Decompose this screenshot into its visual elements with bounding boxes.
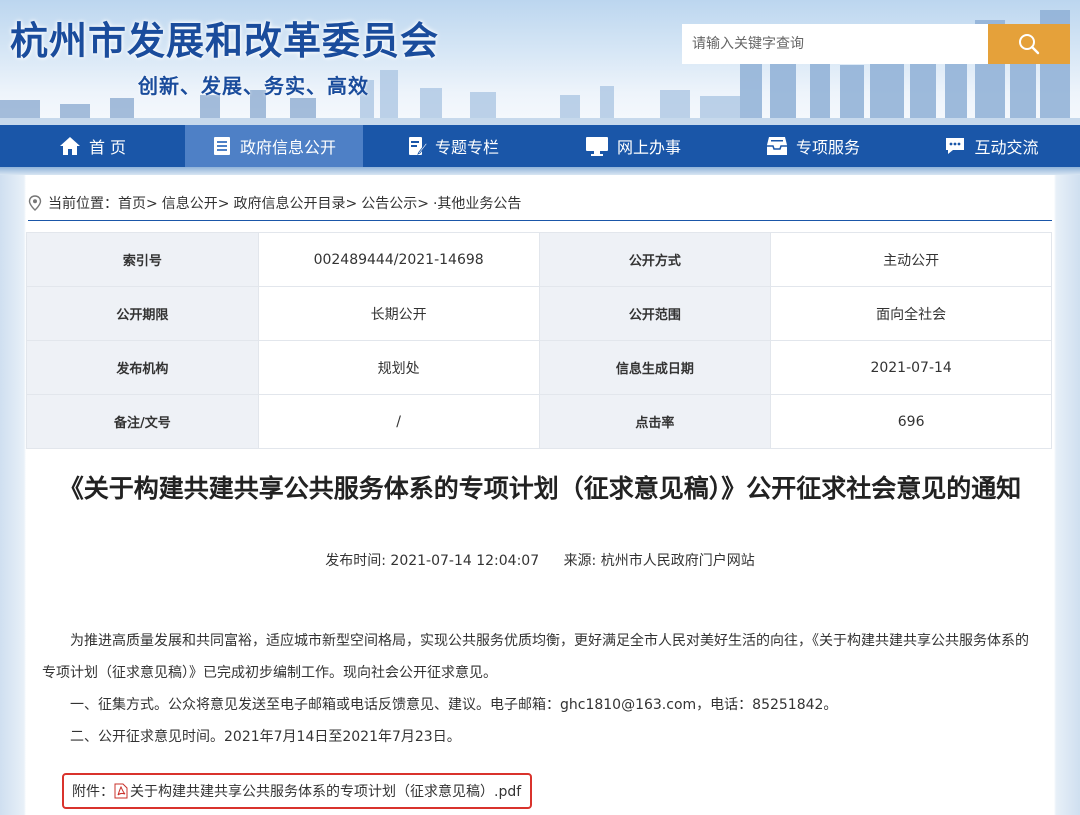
publish-info: 发布时间: 2021-07-14 12:04:07 来源: 杭州市人民政府门户网… — [0, 550, 1080, 570]
nav-item-special-service[interactable]: 专项服务 — [723, 125, 903, 167]
table-row: 备注/文号 / 点击率 696 — [26, 394, 1052, 449]
attachment-link[interactable]: 关于构建共建共享公共服务体系的专项计划（征求意见稿）.pdf — [130, 781, 521, 801]
publish-time: 发布时间: 2021-07-14 12:04:07 — [325, 553, 540, 569]
nav-item-online-service[interactable]: 网上办事 — [543, 125, 723, 167]
breadcrumb-prefix: 当前位置： — [48, 195, 118, 212]
table-row: 发布机构 规划处 信息生成日期 2021-07-14 — [26, 340, 1052, 395]
meta-value: 696 — [770, 394, 1052, 449]
nav-item-special-topics[interactable]: 专题专栏 — [363, 125, 543, 167]
meta-value: 002489444/2021-14698 — [257, 232, 540, 287]
meta-key: 公开范围 — [538, 286, 772, 341]
breadcrumb-other-business[interactable]: ·其他业务公告 — [433, 193, 521, 213]
meta-key: 索引号 — [26, 232, 259, 287]
meta-value: / — [257, 394, 540, 449]
nav-item-gov-info[interactable]: 政府信息公开 — [185, 125, 363, 167]
breadcrumb-home[interactable]: 首页> — [118, 193, 158, 213]
meta-key: 发布机构 — [26, 340, 259, 395]
search-input[interactable] — [682, 24, 988, 64]
article-body: 为推进高质量发展和共同富裕，适应城市新型空间格局，实现公共服务优质均衡，更好满足… — [42, 625, 1042, 753]
search-icon — [1019, 34, 1040, 55]
breadcrumb-info-public[interactable]: 信息公开> — [162, 193, 230, 213]
breadcrumb-gov-info-catalog[interactable]: 政府信息公开目录> — [233, 193, 357, 213]
meta-value: 面向全社会 — [770, 286, 1052, 341]
attachment-label: 附件： — [72, 784, 114, 800]
article-paragraph: 一、征集方式。公众将意见发送至电子邮箱或电话反馈意见、建议。电子邮箱：ghc18… — [70, 697, 838, 713]
meta-key: 公开方式 — [538, 232, 772, 287]
home-icon — [59, 137, 80, 155]
site-title: 杭州市发展和改革委员会 — [10, 19, 440, 63]
meta-key: 公开期限 — [26, 286, 259, 341]
pdf-file-icon — [114, 783, 128, 799]
site-slogan: 创新、发展、务实、高效 — [138, 74, 369, 98]
table-row: 索引号 002489444/2021-14698 公开方式 主动公开 — [26, 232, 1052, 287]
meta-key: 点击率 — [538, 394, 772, 449]
meta-value: 主动公开 — [770, 232, 1052, 287]
nav-item-label: 专项服务 — [795, 138, 860, 157]
attachment-box: 附件： 关于构建共建共享公共服务体系的专项计划（征求意见稿）.pdf — [62, 773, 532, 809]
document-list-icon — [213, 137, 230, 155]
edit-note-icon — [408, 137, 427, 155]
nav-item-label: 首 页 — [88, 138, 127, 157]
article-title: 《关于构建共建共享公共服务体系的专项计划（征求意见稿）》公开征求社会意见的通知 — [58, 474, 1022, 503]
meta-value: 2021-07-14 — [770, 340, 1052, 395]
nav-item-label: 互动交流 — [974, 138, 1039, 157]
nav-item-label: 专题专栏 — [434, 138, 499, 157]
search-button[interactable] — [988, 24, 1070, 64]
main-nav: 首 页 政府信息公开 专题专栏 网上办事 专项服务 互动交流 — [0, 125, 1080, 167]
article-paragraph: 为推进高质量发展和共同富裕，适应城市新型空间格局，实现公共服务优质均衡，更好满足… — [42, 633, 1029, 681]
breadcrumb-announcements[interactable]: 公告公示> — [361, 193, 429, 213]
inbox-icon — [766, 137, 787, 155]
location-pin-icon — [28, 194, 42, 211]
meta-key: 信息生成日期 — [538, 340, 772, 395]
breadcrumb: 当前位置： 首页> 信息公开> 政府信息公开目录> 公告公示> ·其他业务公告 — [28, 185, 1052, 221]
nav-item-home[interactable]: 首 页 — [0, 125, 185, 167]
nav-item-label: 网上办事 — [616, 138, 681, 157]
nav-item-label: 政府信息公开 — [239, 138, 336, 157]
nav-divider-strip — [0, 167, 1080, 175]
article-source: 来源: 杭州市人民政府门户网站 — [563, 553, 755, 569]
monitor-icon — [585, 137, 608, 156]
document-meta-table: 索引号 002489444/2021-14698 公开方式 主动公开 公开期限 … — [26, 232, 1052, 449]
chat-icon — [946, 138, 965, 154]
table-row: 公开期限 长期公开 公开范围 面向全社会 — [26, 286, 1052, 341]
meta-value: 长期公开 — [257, 286, 540, 341]
site-header: 杭州市发展和改革委员会 创新、发展、务实、高效 — [0, 0, 1080, 125]
meta-value: 规划处 — [257, 340, 540, 395]
nav-item-interaction[interactable]: 互动交流 — [903, 125, 1080, 167]
article-paragraph: 二、公开征求意见时间。2021年7月14日至2021年7月23日。 — [70, 729, 461, 745]
meta-key: 备注/文号 — [26, 394, 259, 449]
